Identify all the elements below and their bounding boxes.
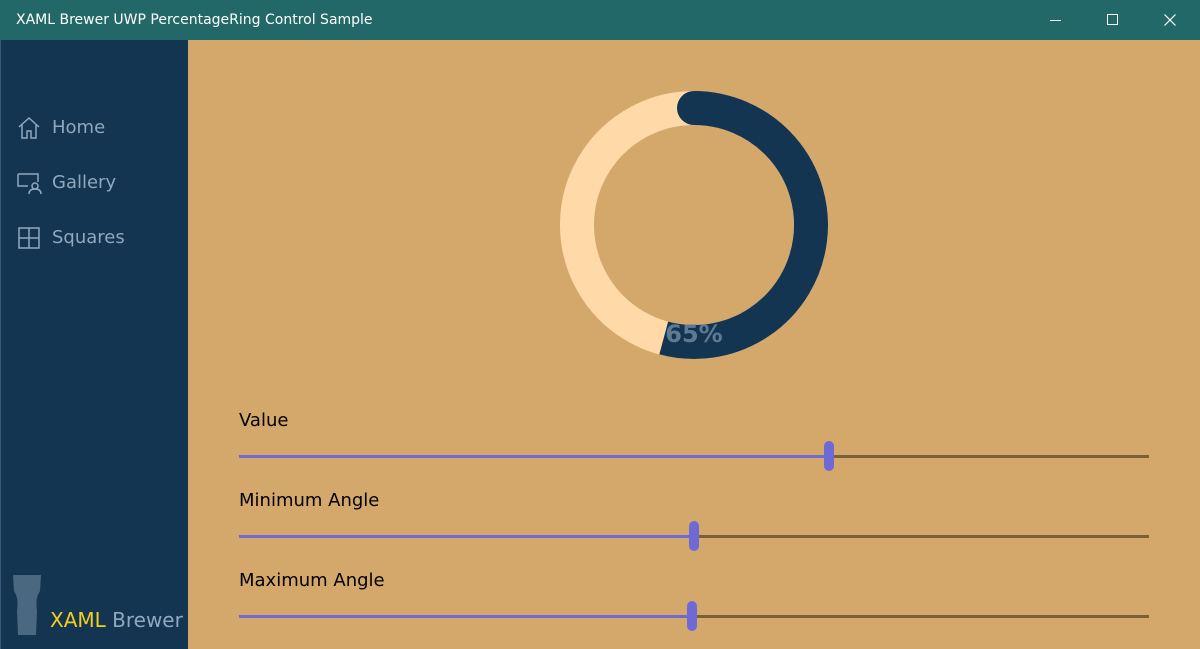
- main-content: 65% Value Minimum Angle Maximum Angle: [188, 40, 1200, 649]
- slider-fill: [239, 615, 692, 618]
- slider-thumb[interactable]: [687, 601, 697, 631]
- sidebar: Home Gallery Squares XAML Brewer: [0, 40, 188, 649]
- value-slider-label: Value: [239, 410, 289, 431]
- beer-glass-icon: [13, 575, 41, 635]
- close-icon: [1164, 14, 1176, 26]
- nav-item-label: Home: [52, 117, 106, 138]
- title-bar: XAML Brewer UWP PercentageRing Control S…: [0, 0, 1200, 40]
- maximum-angle-slider[interactable]: [239, 600, 1149, 634]
- gallery-icon: [17, 173, 42, 195]
- maximum-angle-slider-label: Maximum Angle: [239, 570, 385, 591]
- brand-name-part1: XAML: [50, 608, 106, 632]
- window-title: XAML Brewer UWP PercentageRing Control S…: [16, 12, 373, 28]
- slider-thumb[interactable]: [824, 441, 834, 471]
- slider-fill: [239, 455, 829, 458]
- minimize-button[interactable]: [1028, 0, 1084, 40]
- ring-percentage-text: 65%: [665, 320, 722, 348]
- nav-item-squares[interactable]: Squares: [1, 216, 189, 260]
- nav-item-label: Gallery: [52, 172, 117, 193]
- home-icon: [18, 116, 40, 139]
- minimize-icon: [1050, 20, 1061, 21]
- minimum-angle-slider-label: Minimum Angle: [239, 490, 380, 511]
- maximize-button[interactable]: [1085, 0, 1141, 40]
- slider-fill: [239, 535, 694, 538]
- percentage-ring: 65%: [560, 91, 828, 359]
- nav-item-home[interactable]: Home: [1, 106, 189, 150]
- minimum-angle-slider[interactable]: [239, 520, 1149, 554]
- maximize-icon: [1107, 14, 1118, 25]
- brand-name-part2: Brewer: [112, 608, 183, 632]
- value-slider[interactable]: [239, 440, 1149, 474]
- nav-item-label: Squares: [52, 227, 125, 248]
- squares-icon: [18, 227, 40, 249]
- slider-thumb[interactable]: [689, 521, 699, 551]
- brand-logo: XAML Brewer: [50, 607, 183, 633]
- close-button[interactable]: [1142, 0, 1198, 40]
- nav-item-gallery[interactable]: Gallery: [1, 161, 189, 205]
- ring-start-cap: [677, 91, 711, 125]
- ring-value-arc: [659, 91, 828, 359]
